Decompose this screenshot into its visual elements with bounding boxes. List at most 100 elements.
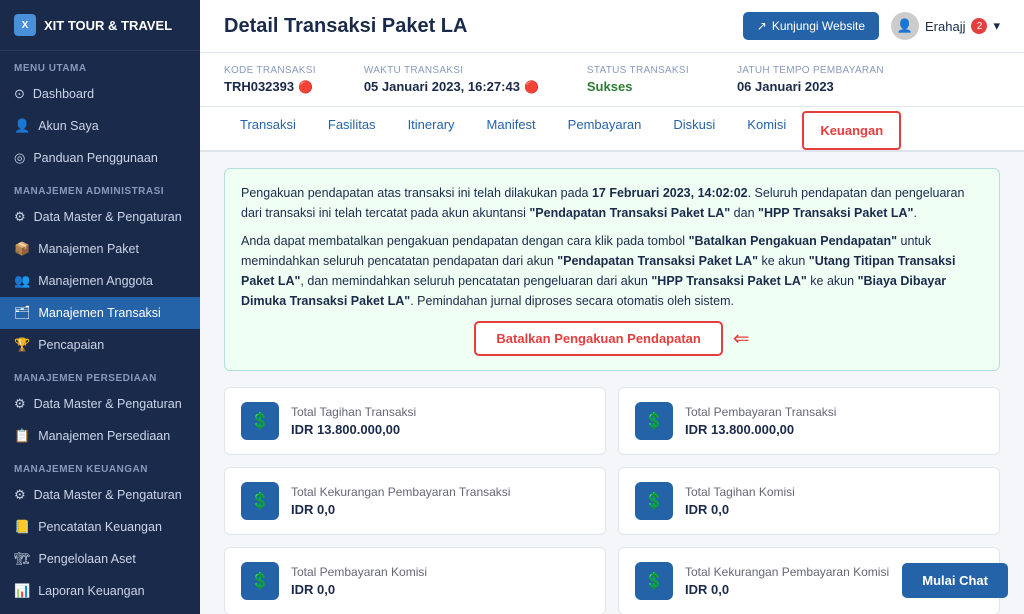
sidebar-label-pencatatan-keuangan: Pencatatan Keuangan [38,520,162,534]
notification-badge: 2 [971,18,987,34]
tab-komisi[interactable]: Komisi [731,107,802,152]
sidebar-item-data-master-adm[interactable]: ⚙ Data Master & Pengaturan [0,201,200,233]
sidebar-label-data-master-adm: Data Master & Pengaturan [34,210,182,224]
sidebar-icon-data-master-keu: ⚙ [14,487,26,503]
sidebar-icon-dashboard: ⊙ [14,86,25,102]
card-value-total-tagihan-komisi: IDR 0,0 [685,502,795,517]
card-icon-total-pembayaran: 💲 [635,402,673,440]
card-info-total-kekurangan-komisi: Total Kekurangan Pembayaran Komisi IDR 0… [685,565,889,597]
sidebar-item-dashboard[interactable]: ⊙Dashboard [0,78,200,110]
waktu-value: 05 Januari 2023, 16:27:43 [364,79,520,94]
content-area: KODE TRANSAKSI TRH032393 🔴 WAKTU TRANSAK… [200,53,1024,614]
tab-fasilitas[interactable]: Fasilitas [312,107,392,152]
waktu-status-icon: 🔴 [524,80,539,94]
avatar: 👤 [891,12,919,40]
topbar-right: ↗ Kunjungi Website 👤 Erahajj 2 ▾ [743,12,1000,40]
card-total-kekurangan: 💲 Total Kekurangan Pembayaran Transaksi … [224,467,606,535]
sidebar-label-data-master-pers: Data Master & Pengaturan [34,397,182,411]
tab-keuangan[interactable]: Keuangan [802,111,901,150]
status-value: Sukses [587,79,633,94]
sidebar-section-label: MENU UTAMA [0,51,200,78]
sidebar-item-pencapaian[interactable]: 🏆Pencapaian [0,329,200,361]
sidebar-icon-laporan-keuangan: 📊 [14,583,30,599]
sidebar-icon-pencatatan-keuangan: 📒 [14,519,30,535]
sidebar-section-label: MANAJEMEN PERSEDIAAN [0,361,200,388]
card-value-total-kekurangan-komisi: IDR 0,0 [685,582,889,597]
card-icon-total-tagihan-komisi: 💲 [635,482,673,520]
card-value-total-pembayaran: IDR 13.800.000,00 [685,422,836,437]
sidebar-icon-manajemen-transaksi: 🗂 [14,305,31,321]
sidebar-icon-panduan: ◎ [14,150,25,166]
waktu-transaksi-field: WAKTU TRANSAKSI 05 Januari 2023, 16:27:4… [364,65,539,94]
card-label-total-tagihan: Total Tagihan Transaksi [291,405,416,419]
cards-grid: 💲 Total Tagihan Transaksi IDR 13.800.000… [224,387,1000,614]
sidebar-item-data-master-pers[interactable]: ⚙ Data Master & Pengaturan [0,388,200,420]
card-info-total-pembayaran-komisi: Total Pembayaran Komisi IDR 0,0 [291,565,427,597]
sidebar-section-label: MANAJEMEN ADMINISTRASI [0,174,200,201]
keuangan-content: Pengakuan pendapatan atas transaksi ini … [200,152,1024,614]
tab-diskusi[interactable]: Diskusi [657,107,731,152]
tab-transaksi[interactable]: Transaksi [224,107,312,152]
card-info-total-tagihan-komisi: Total Tagihan Komisi IDR 0,0 [685,485,795,517]
tab-itinerary[interactable]: Itinerary [392,107,471,152]
sidebar-icon-pengelolaan-aset: 🏗 [14,551,31,567]
visit-website-button[interactable]: ↗ Kunjungi Website [743,12,879,40]
transaction-info-bar: KODE TRANSAKSI TRH032393 🔴 WAKTU TRANSAK… [200,53,1024,107]
card-total-tagihan-komisi: 💲 Total Tagihan Komisi IDR 0,0 [618,467,1000,535]
logo-icon: X [14,14,36,36]
card-label-total-kekurangan: Total Kekurangan Pembayaran Transaksi [291,485,510,499]
card-icon-total-pembayaran-komisi: 💲 [241,562,279,600]
card-label-total-pembayaran-komisi: Total Pembayaran Komisi [291,565,427,579]
sidebar-label-data-master-keu: Data Master & Pengaturan [34,488,182,502]
arrow-right-icon: ⇐ [733,323,750,355]
sidebar-label-laporan-keuangan: Laporan Keuangan [38,584,144,598]
sidebar-item-panduan[interactable]: ◎ Panduan Penggunaan [0,142,200,174]
status-transaksi-field: STATUS TRANSAKSI Sukses [587,65,689,94]
batalkan-pengakuan-button[interactable]: Batalkan Pengakuan Pendapatan [474,321,722,356]
sidebar-item-akun-saya[interactable]: 👤Akun Saya [0,110,200,142]
card-icon-total-kekurangan: 💲 [241,482,279,520]
page-title: Detail Transaksi Paket LA [224,15,467,38]
card-label-total-pembayaran: Total Pembayaran Transaksi [685,405,836,419]
tab-pembayaran[interactable]: Pembayaran [552,107,658,152]
sidebar-label-panduan: Panduan Penggunaan [33,151,157,165]
sidebar-item-pengelolaan-aset[interactable]: 🏗 Pengelolaan Aset [0,543,200,575]
sidebar-item-laporan-keuangan[interactable]: 📊 Laporan Keuangan [0,575,200,607]
sidebar-item-manajemen-persediaan[interactable]: 📋 Manajemen Persediaan [0,420,200,452]
card-label-total-tagihan-komisi: Total Tagihan Komisi [685,485,795,499]
sidebar-label-manajemen-persediaan: Manajemen Persediaan [38,429,170,443]
sidebar-icon-manajemen-persediaan: 📋 [14,428,30,444]
sidebar-item-pencatatan-keuangan[interactable]: 📒 Pencatatan Keuangan [0,511,200,543]
card-value-total-tagihan: IDR 13.800.000,00 [291,422,416,437]
sidebar-label-pengelolaan-aset: Pengelolaan Aset [39,552,136,566]
sidebar-icon-pencapaian: 🏆 [14,337,30,353]
sidebar-item-manajemen-anggota[interactable]: 👥Manajemen Anggota [0,265,200,297]
mulai-chat-button[interactable]: Mulai Chat [902,563,1008,598]
notice-box: Pengakuan pendapatan atas transaksi ini … [224,168,1000,371]
sidebar-item-data-master-keu[interactable]: ⚙ Data Master & Pengaturan [0,479,200,511]
tabs-bar: TransaksiFasilitasItineraryManifestPemba… [200,107,1024,152]
card-icon-total-kekurangan-komisi: 💲 [635,562,673,600]
sidebar-icon-manajemen-paket: 📦 [14,241,30,257]
sidebar-item-manajemen-transaksi[interactable]: 🗂 Manajemen Transaksi [0,297,200,329]
card-value-total-kekurangan: IDR 0,0 [291,502,510,517]
card-total-tagihan: 💲 Total Tagihan Transaksi IDR 13.800.000… [224,387,606,455]
sidebar-label-akun-saya: Akun Saya [38,119,98,133]
tab-manifest[interactable]: Manifest [471,107,552,152]
jatuh-tempo-value: 06 Januari 2023 [737,79,834,94]
card-value-total-pembayaran-komisi: IDR 0,0 [291,582,427,597]
sidebar-icon-data-master-adm: ⚙ [14,209,26,225]
jatuh-tempo-field: JATUH TEMPO PEMBAYARAN 06 Januari 2023 [737,65,884,94]
kode-link-icon[interactable]: 🔴 [298,80,313,94]
card-icon-total-tagihan: 💲 [241,402,279,440]
sidebar-icon-data-master-pers: ⚙ [14,396,26,412]
sidebar-section-label: MANAJEMEN KEUANGAN [0,452,200,479]
kode-transaksi-field: KODE TRANSAKSI TRH032393 🔴 [224,65,316,94]
topbar: Detail Transaksi Paket LA ↗ Kunjungi Web… [200,0,1024,53]
card-label-total-kekurangan-komisi: Total Kekurangan Pembayaran Komisi [685,565,889,579]
sidebar-icon-manajemen-anggota: 👥 [14,273,30,289]
user-badge[interactable]: 👤 Erahajj 2 ▾ [891,12,1000,40]
sidebar-label-manajemen-transaksi: Manajemen Transaksi [39,306,161,320]
sidebar-label-manajemen-paket: Manajemen Paket [38,242,139,256]
sidebar-item-manajemen-paket[interactable]: 📦 Manajemen Paket [0,233,200,265]
